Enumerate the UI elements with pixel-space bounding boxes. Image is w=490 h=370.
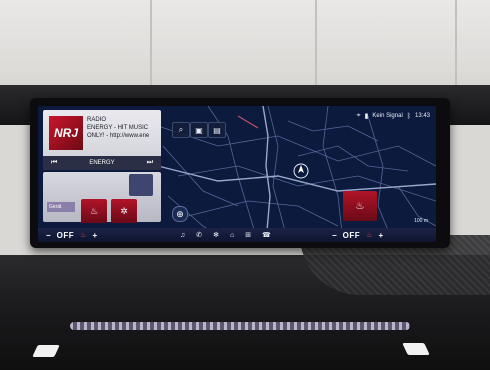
passenger-temperature-value: OFF	[342, 230, 361, 240]
media-source: RADIO	[87, 117, 107, 123]
seat-preview	[129, 174, 153, 196]
wall-seam	[455, 0, 457, 95]
clock: 13:43	[414, 113, 430, 119]
now-playing-info: RADIO ENERGY - HIT MUSIC ONLY! - http://…	[87, 116, 159, 140]
driver-temperature-value: OFF	[56, 230, 75, 240]
plus-icon: ⊕	[176, 208, 184, 219]
signal-status: Kein Signal	[372, 113, 403, 119]
signal-icon: ▮	[364, 113, 369, 120]
seat-heat-icon[interactable]: ♨	[366, 231, 372, 239]
search-button[interactable]: ⌕	[172, 122, 190, 138]
status-bar: ⌖ ▮ Kein Signal ᛒ 13:43	[357, 110, 430, 122]
phone-icon[interactable]: ✆	[196, 231, 202, 239]
layers-icon: ▤	[213, 125, 221, 135]
map-icon: ▣	[195, 125, 203, 135]
map-view-button[interactable]: ▣	[190, 122, 208, 138]
search-icon: ⌕	[178, 125, 184, 134]
home-icon[interactable]: ⌂	[230, 232, 234, 239]
apps-icon[interactable]: ⊞	[245, 231, 251, 239]
driver-temperature-control: − OFF ♨ +	[46, 231, 97, 240]
station-logo: NRJ	[49, 116, 83, 150]
device-tag: Gerät	[47, 202, 75, 212]
seat-ventilation-button[interactable]: ✲	[111, 199, 137, 223]
location-pin-icon: ⌖	[356, 112, 361, 119]
media-widget[interactable]: NRJ RADIO ENERGY - HIT MUSIC ONLY! - htt…	[43, 110, 161, 170]
music-icon[interactable]: ♫	[180, 232, 185, 239]
seat-heat-icon[interactable]: ♨	[80, 231, 86, 239]
handset-icon[interactable]: ☎	[262, 231, 271, 239]
wall-seam	[315, 0, 317, 95]
fan-icon[interactable]: ✻	[213, 231, 219, 239]
previous-icon[interactable]: ⏮	[51, 159, 57, 167]
infotainment-screen: ⌖ ▮ Kein Signal ᛒ 13:43 ⌕ ▣ ▤ ⊕ NRJ RADI…	[38, 106, 436, 242]
media-subtitle: ONLY! - http://www.ene	[87, 133, 150, 139]
next-icon[interactable]: ⏭	[147, 159, 153, 167]
seat-heating-button[interactable]: ♨	[81, 199, 107, 223]
map-layers-button[interactable]: ▤	[208, 122, 226, 138]
wall-seam	[150, 0, 152, 95]
temp-up-button[interactable]: +	[378, 231, 383, 240]
temp-down-button[interactable]: −	[46, 231, 51, 240]
bluetooth-icon: ᛒ	[406, 112, 411, 120]
main-navigation: ♫ ✆ ✻ ⌂ ⊞ ☎	[180, 228, 271, 242]
add-widget-button[interactable]: ⊕	[172, 206, 188, 222]
media-control-bar: ⏮ ENERGY ⏭	[43, 156, 161, 170]
temp-up-button[interactable]: +	[92, 231, 97, 240]
media-title: ENERGY - HIT MUSIC	[87, 125, 149, 131]
temp-down-button[interactable]: −	[332, 231, 337, 240]
passenger-seat-heating-button[interactable]: ♨	[343, 191, 377, 221]
passenger-temperature-control: − OFF ♨ +	[332, 231, 383, 240]
seat-heat-icon: ♨	[355, 200, 365, 212]
seat-climate-widget[interactable]: Gerät ♨ ✲	[43, 172, 161, 223]
seat-fan-icon: ✲	[120, 205, 128, 216]
map-scale: 100 m	[414, 218, 428, 224]
seat-heat-icon: ♨	[89, 205, 99, 216]
bottom-control-bar: − OFF ♨ + ♫ ✆ ✻ ⌂ ⊞ ☎ − OFF ♨ +	[38, 228, 436, 242]
ambient-light-strip	[70, 322, 410, 330]
station-name: ENERGY	[89, 160, 115, 166]
